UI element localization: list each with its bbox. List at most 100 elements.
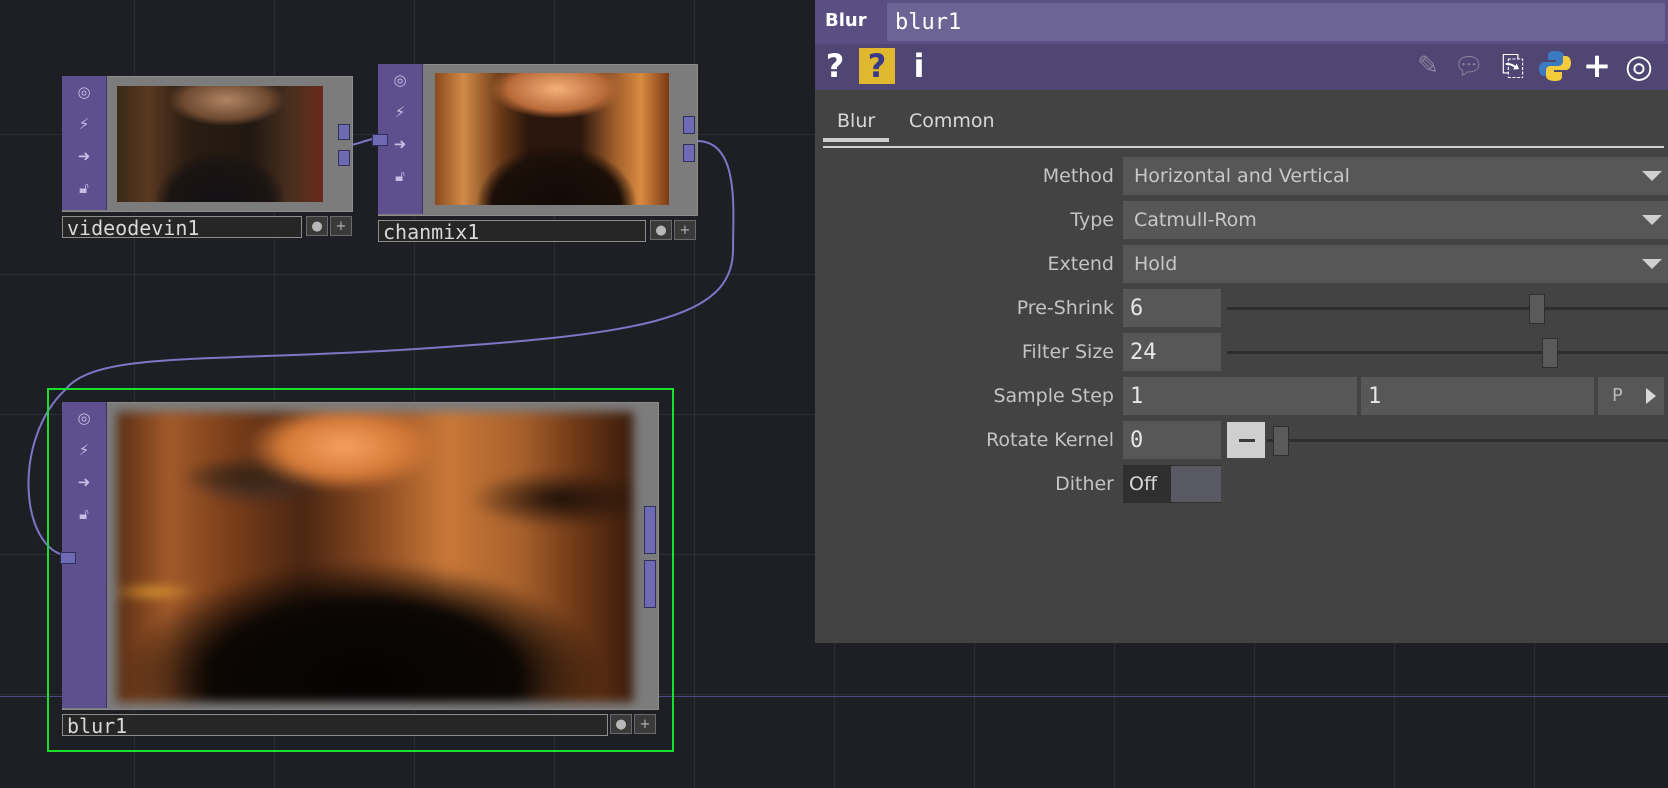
lock-icon[interactable]: 🔓︎ [74,178,94,198]
viewer-active-icon[interactable]: ◎ [74,408,94,428]
rotatekernel-reset-button[interactable] [1227,422,1265,458]
param-label: Sample Step [993,385,1114,407]
display-flag[interactable]: ● [650,220,672,240]
filtersize-slider-track[interactable] [1227,351,1668,354]
node-videodevin1[interactable]: ◎ ⚡ ➜ 🔓︎ videodevin1 ● + [62,76,353,242]
node-name-label[interactable]: blur1 [62,714,608,736]
param-row-rotatekernel: Rotate Kernel 0 [815,421,1668,461]
param-label: Extend [1047,253,1115,275]
arrow-right-icon[interactable]: ➜ [74,472,94,492]
cook-icon[interactable]: ⚡ [74,440,94,460]
output-connector[interactable] [683,144,695,162]
preshrink-field[interactable]: 6 [1123,289,1221,327]
python-icon[interactable] [1537,48,1573,84]
viewer-flag[interactable]: + [330,216,352,236]
tab-common[interactable]: Common [909,110,995,132]
node-viewer-strip: ◎ ⚡ ➜ 🔓︎ [62,76,107,210]
param-row-extend: Extend Hold [815,245,1668,285]
viewer-active-icon[interactable]: ◎ [74,82,94,102]
parameter-menu-button[interactable]: P [1598,377,1664,415]
clipboard-icon[interactable]: ⎘ [1495,48,1531,84]
node-chanmix1[interactable]: ◎ ⚡ ➜ 🔓︎ chanmix1 ● + [372,64,698,244]
output-connector[interactable] [644,560,656,608]
input-connector[interactable] [372,134,388,146]
param-row-samplestep: Sample Step 1 1 P [815,377,1668,417]
parameter-panel: Blur blur1 ? ? i ✎ 💬︎ ⎘ + ◎ Blur Common … [815,0,1668,643]
type-dropdown[interactable]: Catmull-Rom [1123,201,1668,239]
parameter-menu-label: P [1612,385,1623,406]
cook-icon[interactable]: ⚡ [74,114,94,134]
chevron-down-icon [1642,215,1662,225]
python-logo [1539,51,1571,81]
dither-toggle-switch[interactable] [1171,466,1221,502]
operator-name-field[interactable]: blur1 [887,3,1665,41]
samplestep-x-field[interactable]: 1 [1123,377,1357,415]
output-connector[interactable] [338,150,350,166]
operator-help-icon[interactable]: ? [859,48,895,84]
tab-blur[interactable]: Blur [823,110,890,142]
parameter-tabs: Blur Common [823,100,1664,148]
node-preview-image [117,86,323,202]
info-icon[interactable]: i [909,48,929,84]
param-row-method: Method Horizontal and Vertical [815,157,1668,197]
cook-icon[interactable]: ⚡ [390,102,410,122]
param-row-filtersize: Filter Size 24 [815,333,1668,373]
viewer-flag[interactable]: + [634,714,656,734]
dropdown-value: Catmull-Rom [1134,209,1257,231]
filtersize-slider-handle[interactable] [1541,338,1558,368]
help-icon[interactable]: ? [823,48,847,84]
arrow-right-icon[interactable]: ➜ [390,134,410,154]
display-flag[interactable]: ● [306,216,328,236]
display-flag[interactable]: ● [610,714,632,734]
node-blur1[interactable]: ◎ ⚡ ➜ 🔓︎ blur1 ● + [60,402,662,744]
param-row-preshrink: Pre-Shrink 6 [815,289,1668,329]
rotatekernel-slider-handle[interactable] [1273,426,1289,456]
node-name-label[interactable]: videodevin1 [62,216,302,238]
add-icon[interactable]: + [1581,48,1613,84]
rotatekernel-field[interactable]: 0 [1123,421,1221,459]
arrow-right-icon[interactable]: ➜ [74,146,94,166]
lock-icon[interactable]: 🔓︎ [390,166,410,186]
viewer-flag[interactable]: + [674,220,696,240]
filtersize-field[interactable]: 24 [1123,333,1221,371]
output-connector[interactable] [644,506,656,554]
dither-toggle[interactable]: Off [1123,465,1221,503]
comment-icon[interactable]: 💬︎ [1451,48,1487,84]
minus-icon [1239,439,1255,442]
panel-toolbar: ? ? i ✎ 💬︎ ⎘ + ◎ [815,44,1668,90]
node-preview-image [117,412,633,702]
chevron-down-icon [1642,171,1662,181]
viewer-active-icon[interactable]: ◎ [390,70,410,90]
dither-toggle-label: Off [1129,473,1158,495]
node-name-label[interactable]: chanmix1 [378,220,646,242]
operator-type-label: Blur [825,10,867,31]
node-preview-image [435,73,669,205]
extend-dropdown[interactable]: Hold [1123,245,1668,283]
edit-icon[interactable]: ✎ [1411,48,1445,84]
output-connector[interactable] [338,124,350,140]
panel-title-bar: Blur blur1 [815,0,1668,44]
output-connector[interactable] [683,116,695,134]
preshrink-slider-track[interactable] [1227,307,1668,310]
param-label: Filter Size [1021,341,1114,363]
param-label: Dither [1055,473,1114,495]
param-label: Type [1070,209,1114,231]
lock-icon[interactable]: 🔓︎ [74,504,94,524]
preshrink-slider-handle[interactable] [1528,294,1545,324]
samplestep-y-field[interactable]: 1 [1361,377,1594,415]
node-flags: ● + [610,714,656,736]
dropdown-value: Horizontal and Vertical [1134,165,1350,187]
method-dropdown[interactable]: Horizontal and Vertical [1123,157,1668,195]
node-flags: ● + [306,216,352,238]
target-icon[interactable]: ◎ [1621,48,1657,84]
dropdown-value: Hold [1134,253,1178,275]
input-connector[interactable] [60,552,76,564]
param-row-dither: Dither Off [815,465,1668,505]
triangle-right-icon [1646,388,1656,404]
node-flags: ● + [650,220,696,242]
param-label: Rotate Kernel [986,429,1114,451]
rotatekernel-slider-track[interactable] [1267,439,1668,442]
param-row-type: Type Catmull-Rom [815,201,1668,241]
param-label: Pre-Shrink [1016,297,1114,319]
param-label: Method [1042,165,1114,187]
